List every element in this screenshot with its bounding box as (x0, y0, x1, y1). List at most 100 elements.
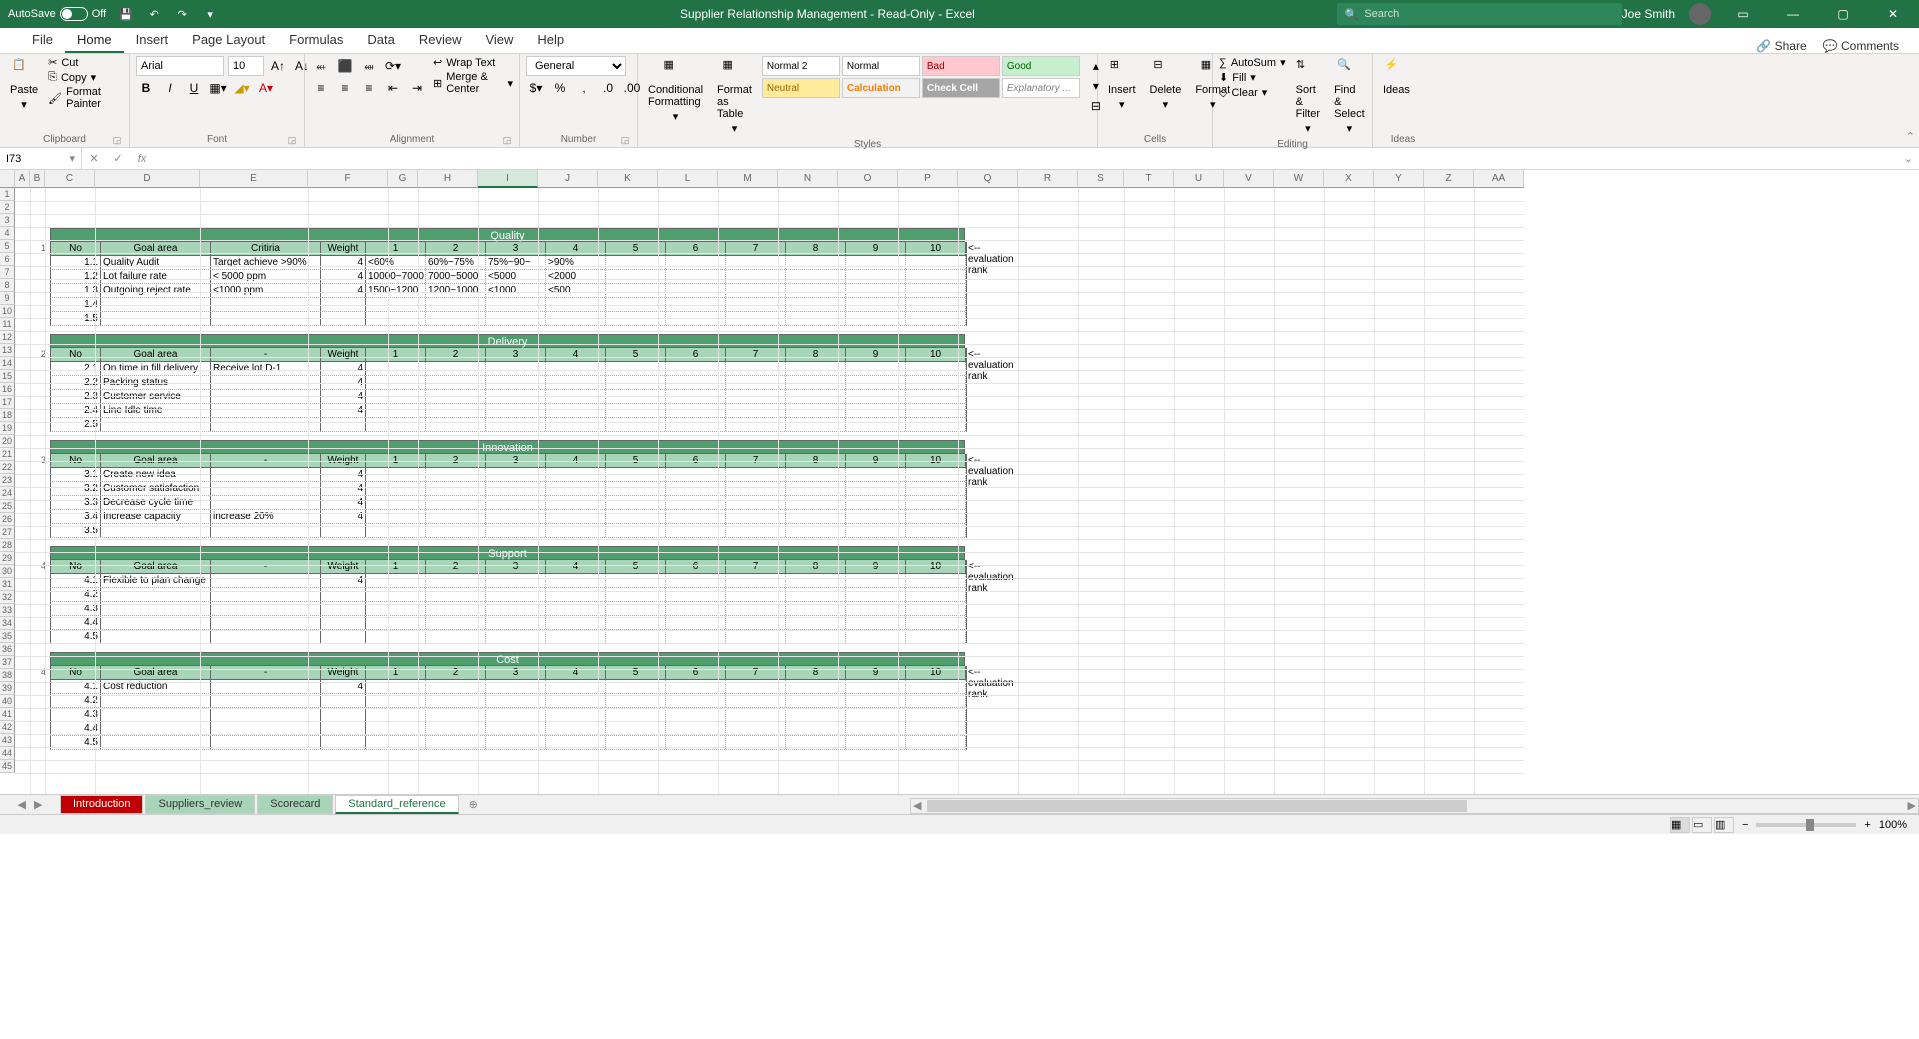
table-cell[interactable] (786, 284, 846, 297)
table-cell[interactable] (426, 418, 486, 431)
table-cell[interactable] (666, 588, 726, 601)
table-cell[interactable] (606, 270, 666, 283)
column-header[interactable]: O (838, 170, 898, 188)
table-cell[interactable] (606, 418, 666, 431)
table-cell[interactable] (546, 630, 606, 643)
table-cell[interactable] (366, 630, 426, 643)
ribbon-tab-data[interactable]: Data (355, 28, 406, 53)
table-cell[interactable] (101, 588, 211, 601)
table-cell[interactable] (606, 588, 666, 601)
table-cell[interactable] (546, 418, 606, 431)
row-header[interactable]: 14 (0, 357, 15, 370)
table-cell[interactable]: 4 (321, 510, 366, 523)
table-cell[interactable]: Target achieve >90% (211, 256, 321, 269)
dialog-launcher-icon[interactable]: ◲ (501, 135, 513, 147)
table-cell[interactable] (906, 270, 966, 283)
table-cell[interactable] (906, 574, 966, 587)
table-cell[interactable] (366, 362, 426, 375)
sheet-tab-standard_reference[interactable]: Standard_reference (335, 795, 458, 814)
cut-button[interactable]: ✂ Cut (48, 56, 123, 69)
row-header[interactable]: 40 (0, 695, 15, 708)
table-cell[interactable]: Line Idle time (101, 404, 211, 417)
bold-button[interactable]: B (136, 78, 156, 98)
table-cell[interactable] (606, 496, 666, 509)
table-cell[interactable]: 4.3 (51, 708, 101, 721)
table-cell[interactable] (426, 482, 486, 495)
row-header[interactable]: 35 (0, 630, 15, 643)
table-cell[interactable]: Customer satisfaction (101, 482, 211, 495)
scroll-thumb[interactable] (927, 800, 1467, 812)
table-cell[interactable] (726, 404, 786, 417)
autosum-button[interactable]: ∑ AutoSum ▾ (1219, 56, 1286, 69)
merge-center-button[interactable]: ⊞ Merge & Center ▾ (433, 71, 513, 95)
table-cell[interactable] (906, 404, 966, 417)
autosave-toggle[interactable]: AutoSave Off (8, 7, 106, 21)
table-cell[interactable]: Flexible to plan change (101, 574, 211, 587)
column-header[interactable]: R (1018, 170, 1078, 188)
table-cell[interactable] (486, 630, 546, 643)
row-header[interactable]: 12 (0, 331, 15, 344)
style-good[interactable]: Good (1002, 56, 1080, 76)
insert-cells-button[interactable]: ⊞Insert▾ (1104, 56, 1140, 113)
table-cell[interactable] (726, 284, 786, 297)
ribbon-tab-insert[interactable]: Insert (124, 28, 181, 53)
column-header[interactable]: T (1124, 170, 1174, 188)
find-select-button[interactable]: 🔍Find & Select▾ (1330, 56, 1369, 137)
ribbon-display-icon[interactable]: ▭ (1725, 0, 1761, 28)
table-cell[interactable] (846, 256, 906, 269)
ribbon-tab-page-layout[interactable]: Page Layout (180, 28, 277, 53)
table-cell[interactable]: 4 (321, 362, 366, 375)
table-cell[interactable]: 4.1 (51, 574, 101, 587)
column-header[interactable]: AA (1474, 170, 1524, 188)
table-cell[interactable] (321, 418, 366, 431)
align-right-icon[interactable]: ≡ (359, 78, 379, 98)
row-header[interactable]: 8 (0, 279, 15, 292)
table-cell[interactable]: 10000~7000 (366, 270, 426, 283)
row-header[interactable]: 42 (0, 721, 15, 734)
table-cell[interactable] (606, 574, 666, 587)
table-cell[interactable]: 4 (321, 284, 366, 297)
table-cell[interactable] (666, 404, 726, 417)
table-cell[interactable]: Receive lot D-1 (211, 362, 321, 375)
table-cell[interactable]: 4.5 (51, 630, 101, 643)
font-name-select[interactable] (136, 56, 224, 76)
row-header[interactable]: 2 (0, 201, 15, 214)
column-header[interactable]: K (598, 170, 658, 188)
font-color-button[interactable]: A▾ (256, 78, 276, 98)
table-cell[interactable] (786, 418, 846, 431)
table-cell[interactable] (606, 256, 666, 269)
table-cell[interactable] (211, 496, 321, 509)
table-cell[interactable]: 4 (321, 496, 366, 509)
row-header[interactable]: 37 (0, 656, 15, 669)
paste-button[interactable]: 📋 Paste ▾ (6, 56, 42, 113)
table-cell[interactable] (906, 496, 966, 509)
table-cell[interactable]: Outgoing reject rate (101, 284, 211, 297)
table-cell[interactable]: 2.4 (51, 404, 101, 417)
maximize-icon[interactable]: ▢ (1825, 0, 1861, 28)
row-header[interactable]: 39 (0, 682, 15, 695)
table-cell[interactable] (786, 510, 846, 523)
table-cell[interactable] (486, 496, 546, 509)
table-cell[interactable] (426, 588, 486, 601)
table-cell[interactable] (366, 482, 426, 495)
table-cell[interactable] (426, 404, 486, 417)
table-cell[interactable] (726, 482, 786, 495)
column-header[interactable]: M (718, 170, 778, 188)
table-cell[interactable] (486, 588, 546, 601)
percent-icon[interactable]: % (550, 78, 570, 98)
table-cell[interactable]: 3.3 (51, 496, 101, 509)
table-cell[interactable] (906, 482, 966, 495)
style-check-cell[interactable]: Check Cell (922, 78, 1000, 98)
row-header[interactable]: 30 (0, 565, 15, 578)
row-header[interactable]: 4 (0, 227, 15, 240)
table-cell[interactable] (906, 284, 966, 297)
number-format-select[interactable]: General (526, 56, 626, 76)
table-cell[interactable] (666, 708, 726, 721)
select-all-corner[interactable] (0, 170, 15, 188)
table-cell[interactable]: Increase capacity (101, 510, 211, 523)
column-header[interactable]: N (778, 170, 838, 188)
column-header[interactable]: F (308, 170, 388, 188)
collapse-ribbon-icon[interactable]: ⌃ (1906, 130, 1915, 143)
ribbon-tab-formulas[interactable]: Formulas (277, 28, 355, 53)
row-header[interactable]: 45 (0, 760, 15, 773)
